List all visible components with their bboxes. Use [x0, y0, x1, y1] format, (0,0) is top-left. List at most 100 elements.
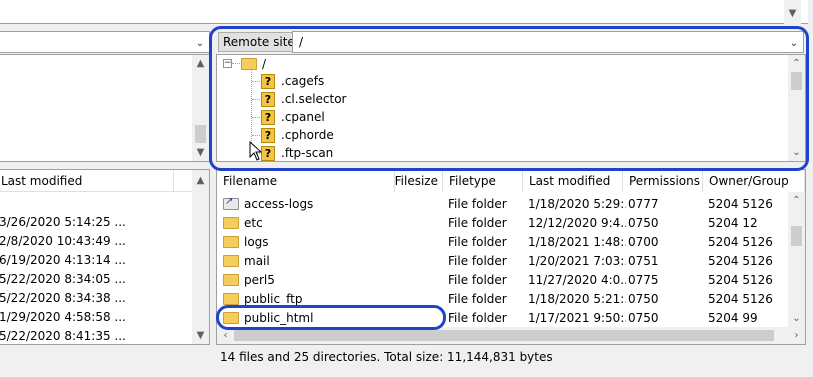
column-header-filetype[interactable]: Filetype	[443, 170, 523, 192]
column-header-filesize[interactable]: Filesize	[395, 170, 443, 192]
tree-item-root[interactable]: /	[241, 55, 266, 73]
tree-item-cpanel[interactable]: ? .cpanel	[261, 108, 325, 126]
local-row-date[interactable]: 1/29/2020 4:58:58 ...	[0, 307, 126, 326]
column-header-last-modified[interactable]: Last modified	[523, 170, 623, 192]
scroll-up-arrow-icon[interactable]: ⌃	[788, 192, 805, 209]
cell-filename: logs	[223, 232, 393, 251]
cell-perms: 0750	[628, 310, 659, 325]
remote-file-list[interactable]: Filename Filesize Filetype Last modified…	[216, 169, 806, 345]
chevron-down-icon[interactable]: ⌄	[193, 33, 207, 53]
remote-list-hscrollbar[interactable]: ‹ ›	[217, 327, 805, 344]
cell-modified: 1/20/2021 7:03:...	[528, 253, 626, 268]
local-header: Last modified	[0, 170, 209, 192]
scroll-up-arrow-icon[interactable]: ▲	[192, 172, 209, 189]
filename-text: public_ftp	[244, 291, 303, 306]
mouse-cursor-icon	[249, 141, 263, 161]
local-tree[interactable]: ▲ ▼	[0, 54, 210, 162]
local-path-input[interactable]: ⌄	[0, 31, 210, 53]
remote-list-scrollbar[interactable]: ⌃ ⌄	[788, 192, 805, 327]
local-row-date[interactable]: 5/22/2020 8:34:05 ...	[0, 269, 126, 288]
local-list-scrollbar[interactable]: ▲ ▼	[192, 170, 209, 344]
table-row[interactable]: public_ftp File folder 1/18/2020 5:21:... 0…	[217, 289, 787, 308]
remote-tree[interactable]: − / ? .cagefs ? .cl.selector ? .cpanel ?…	[216, 54, 806, 162]
cell-type: File folder	[448, 272, 507, 287]
table-row[interactable]: logs File folder 1/18/2021 1:48:... 0700 520…	[217, 232, 787, 251]
window-edge	[808, 0, 813, 377]
folder-icon	[241, 58, 257, 70]
tree-item-cagefs[interactable]: ? .cagefs	[261, 72, 324, 90]
cell-perms: 0777	[628, 196, 659, 211]
folder-icon	[223, 235, 239, 248]
cell-owner: 5204 12	[708, 215, 758, 230]
scroll-down-arrow-icon[interactable]: ▼	[192, 327, 209, 344]
column-header-permissions[interactable]: Permissions	[623, 170, 703, 192]
tree-line	[252, 135, 260, 136]
local-tree-scrollbar[interactable]: ▲ ▼	[192, 55, 209, 161]
local-row-date[interactable]: 5/22/2020 8:34:38 ...	[0, 288, 126, 307]
table-row[interactable]: mail File folder 1/20/2021 7:03:... 0751 520…	[217, 251, 787, 270]
tree-line	[252, 81, 260, 82]
scroll-up-arrow-icon[interactable]: ⌃	[788, 55, 805, 72]
cell-owner: 5204 5126	[708, 234, 773, 249]
tree-item-cl-selector[interactable]: ? .cl.selector	[261, 90, 347, 108]
folder-icon	[223, 292, 239, 305]
filename-text: logs	[244, 234, 269, 249]
local-row-date[interactable]: 3/26/2020 5:14:25 ...	[0, 212, 126, 231]
filename-text: mail	[244, 253, 270, 268]
local-row-date[interactable]: 5/22/2020 8:41:35 ...	[0, 326, 126, 345]
filename-text: public_html	[244, 310, 314, 325]
folder-icon	[223, 273, 239, 286]
scroll-down-arrow-icon[interactable]: ⌄	[788, 144, 805, 161]
scroll-right-arrow-icon[interactable]: ›	[788, 327, 805, 344]
folder-icon	[223, 254, 239, 267]
chevron-down-icon[interactable]: ⌄	[787, 33, 801, 53]
cell-owner: 5204 5126	[708, 253, 773, 268]
column-header-filename[interactable]: Filename	[217, 170, 395, 192]
table-row[interactable]: etc File folder 12/12/2020 9:4... 0750 5204 …	[217, 213, 787, 232]
tree-line	[252, 117, 260, 118]
column-header-owner-group[interactable]: Owner/Group	[703, 170, 805, 192]
scroll-down-arrow-icon[interactable]: ⌄	[788, 310, 805, 327]
cell-perms: 0750	[628, 291, 659, 306]
tree-item-ftp-scan[interactable]: ? .ftp-scan	[261, 144, 333, 162]
cell-type: File folder	[448, 234, 507, 249]
scroll-down-arrow-icon[interactable]: ▼	[784, 5, 801, 22]
scrollbar-thumb[interactable]	[791, 226, 802, 246]
remote-path-input[interactable]: / ⌄	[292, 31, 804, 53]
cell-perms: 0700	[628, 234, 659, 249]
cell-filename: etc	[223, 213, 393, 232]
table-row[interactable]: ↗ access-logs File folder 1/18/2020 5:29:..…	[217, 194, 787, 213]
remote-header: Filename Filesize Filetype Last modified…	[217, 170, 805, 192]
remote-tree-scrollbar[interactable]: ⌃ ⌄	[788, 55, 805, 161]
local-row-date[interactable]: 2/8/2020 10:43:49 ...	[0, 231, 126, 250]
scroll-up-arrow-icon[interactable]: ▲	[192, 55, 209, 72]
scroll-left-arrow-icon[interactable]: ‹	[217, 327, 234, 344]
expand-toggle-icon[interactable]: −	[223, 59, 232, 68]
local-row-date[interactable]: 6/19/2020 4:13:14 ...	[0, 250, 126, 269]
scroll-down-arrow-icon[interactable]: ▼	[192, 144, 209, 161]
local-file-list[interactable]: Last modified 3/26/2020 5:14:25 ... 2/8/…	[0, 169, 210, 345]
question-folder-icon: ?	[261, 91, 275, 107]
tree-item-cphorde[interactable]: ? .cphorde	[261, 126, 334, 144]
scrollbar-thumb[interactable]	[195, 125, 206, 143]
top-pane-scrollbar[interactable]: ▼	[784, 0, 801, 24]
table-row[interactable]: public_html File folder 1/17/2021 9:50:...…	[217, 308, 787, 327]
question-folder-icon: ?	[261, 145, 275, 161]
cell-perms: 0775	[628, 272, 659, 287]
cell-owner: 5204 99	[708, 310, 758, 325]
tree-item-label: .cl.selector	[281, 92, 347, 106]
cell-owner: 5204 5126	[708, 272, 773, 287]
scrollbar-thumb[interactable]	[791, 72, 802, 90]
tree-item-label: .cpanel	[281, 110, 325, 124]
remote-path-value: /	[299, 35, 304, 49]
tree-item-label: /	[262, 57, 267, 71]
scrollbar-thumb[interactable]	[234, 330, 774, 341]
table-row[interactable]: perl5 File folder 11/27/2020 4:0... 0775 520…	[217, 270, 787, 289]
cell-modified: 1/18/2021 1:48:...	[528, 234, 626, 249]
column-header-last-modified[interactable]: Last modified	[0, 170, 174, 192]
cell-perms: 0751	[628, 253, 659, 268]
cell-modified: 12/12/2020 9:4...	[528, 215, 626, 230]
cell-modified: 1/18/2020 5:21:...	[528, 291, 626, 306]
cell-filename: public_html	[223, 308, 393, 327]
folder-icon	[223, 311, 239, 324]
